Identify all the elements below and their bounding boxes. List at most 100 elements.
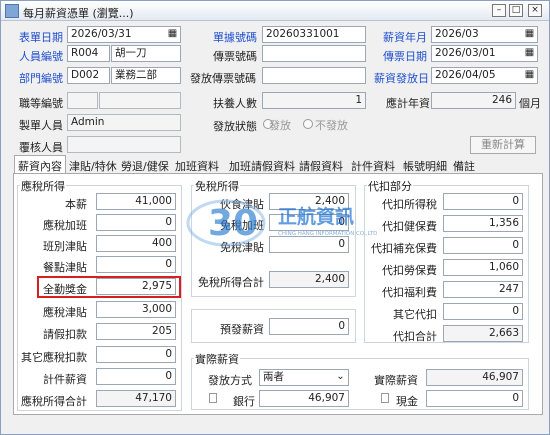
status-option-noissue: 不發放 xyxy=(315,119,348,132)
dept-name-field[interactable]: 業務二部 xyxy=(111,67,181,84)
pay-date-field[interactable]: 2026/04/05 ▦ xyxy=(431,67,538,84)
cash-checkbox[interactable] xyxy=(381,393,389,403)
window-title: 每月薪資憑單 (瀏覽...) xyxy=(23,7,134,20)
taxable-value[interactable]: 0 xyxy=(96,256,176,273)
calendar-icon[interactable]: ▦ xyxy=(523,69,536,82)
deduction-label: 代扣勞保費 xyxy=(382,264,437,277)
payroll-window: 每月薪資憑單 (瀏覽...) – □ × 表單日期 2026/03/31 ▦ 單… xyxy=(0,0,550,435)
taxfree-total-label: 免稅所得合計 xyxy=(198,276,264,289)
watermark-sub: CHING HANG INFORMATION CO.,LTD xyxy=(278,231,377,237)
maximize-button[interactable]: □ xyxy=(509,4,523,17)
method-label: 發放方式 xyxy=(208,374,252,387)
deduction-value[interactable]: 247 xyxy=(443,281,523,298)
watermark-number: 30 xyxy=(208,203,258,244)
deduction-value[interactable]: 1,060 xyxy=(443,259,523,276)
tab-labor-health[interactable]: 勞退/健保 xyxy=(118,156,172,174)
status-option-issue: 發放 xyxy=(269,119,291,132)
emp-id-field[interactable]: R004 xyxy=(67,45,110,62)
annual-unit: 個月 xyxy=(519,97,541,110)
tab-overtime[interactable]: 加班資料 xyxy=(172,156,222,174)
transfer-date-field[interactable]: 2026/03/01 ▦ xyxy=(431,45,538,62)
tab-leave[interactable]: 請假資料 xyxy=(296,156,346,174)
title-bar: 每月薪資憑單 (瀏覽...) – □ × xyxy=(1,1,549,21)
taxable-value[interactable]: 205 xyxy=(96,323,176,340)
tab-account[interactable]: 帳號明細 xyxy=(400,156,450,174)
chevron-down-icon[interactable]: ⌄ xyxy=(334,371,347,384)
tab-notes[interactable]: 備註 xyxy=(450,156,478,174)
taxable-value[interactable]: 0 xyxy=(96,368,176,385)
actual-label: 實際薪資 xyxy=(374,374,418,387)
taxfree-total-value: 2,400 xyxy=(269,271,349,288)
transfer-no-label: 傳票號碼 xyxy=(213,50,257,63)
date-label: 表單日期 xyxy=(19,31,63,44)
cash-value[interactable]: 0 xyxy=(426,390,523,407)
recalc-button[interactable]: 重新計算 xyxy=(470,136,536,154)
calendar-icon[interactable]: ▦ xyxy=(523,47,536,60)
taxable-total-value: 47,170 xyxy=(96,390,176,407)
taxable-value[interactable]: 400 xyxy=(96,235,176,252)
highlight-box xyxy=(37,276,181,298)
deduction-label: 代扣福利費 xyxy=(382,286,437,299)
advance-label: 預發薪資 xyxy=(220,323,264,336)
bank-checkbox[interactable] xyxy=(209,393,217,403)
taxable-total-label: 應稅所得合計 xyxy=(21,395,87,408)
tab-overtime-leave[interactable]: 加班請假資料 xyxy=(226,156,298,174)
salary-month-field[interactable]: 2026/03 ▦ xyxy=(431,26,538,43)
reviewer-field xyxy=(67,136,181,153)
deduction-value[interactable]: 1,356 xyxy=(443,215,523,232)
taxable-label: 班別津貼 xyxy=(43,240,87,253)
cash-label: 現金 xyxy=(396,395,418,408)
taxable-label: 請假扣款 xyxy=(43,328,87,341)
emp-name-field[interactable]: 胡一刀 xyxy=(111,45,181,62)
taxable-label: 計件薪資 xyxy=(43,373,87,386)
salary-month-value: 2026/03 xyxy=(435,28,479,40)
taxable-value[interactable]: 0 xyxy=(96,346,176,363)
watermark-graphic: 30 正航資訊 CHING HANG INFORMATION CO.,LTD xyxy=(186,199,377,247)
taxable-value[interactable]: 41,000 xyxy=(96,193,176,210)
grade-label: 職等編號 xyxy=(19,97,63,110)
taxable-label: 餐點津貼 xyxy=(43,261,87,274)
date-field[interactable]: 2026/03/31 ▦ xyxy=(67,26,181,43)
transfer-no-field[interactable] xyxy=(262,45,366,62)
date-value: 2026/03/31 xyxy=(71,28,132,40)
tab-piecework[interactable]: 計件資料 xyxy=(348,156,398,174)
reviewer-label: 覆核人員 xyxy=(19,141,63,154)
deduction-total-value: 2,663 xyxy=(443,325,523,342)
tab-salary[interactable]: 薪資內容 xyxy=(14,155,66,174)
taxable-value[interactable]: 0 xyxy=(96,214,176,231)
tab-allowance[interactable]: 津貼/特休 xyxy=(66,156,120,174)
taxable-title: 應稅所得 xyxy=(20,178,66,194)
maker-field: Admin xyxy=(67,114,181,131)
taxable-value[interactable]: 3,000 xyxy=(96,301,176,318)
minimize-button[interactable]: – xyxy=(492,4,506,17)
close-button[interactable]: × xyxy=(528,4,542,17)
taxable-label: 應稅加班 xyxy=(43,219,87,232)
bank-label: 銀行 xyxy=(233,395,255,408)
grade-name-field xyxy=(99,92,181,109)
deduction-value[interactable]: 0 xyxy=(443,237,523,254)
bank-value[interactable]: 46,907 xyxy=(259,390,349,407)
status-label: 發放狀態 xyxy=(213,120,257,133)
deduction-value[interactable]: 0 xyxy=(443,303,523,320)
watermark-logo: 30 正航資訊 CHING HANG INFORMATION CO.,LTD xyxy=(186,191,391,251)
calendar-icon[interactable]: ▦ xyxy=(523,28,536,41)
dependents-label: 扶養人數 xyxy=(213,97,257,110)
deduction-value[interactable]: 0 xyxy=(443,193,523,210)
dept-label: 部門編號 xyxy=(19,72,63,85)
calendar-icon[interactable]: ▦ xyxy=(166,28,179,41)
dept-id-field[interactable]: D002 xyxy=(67,67,110,84)
issue-voucher-field[interactable] xyxy=(262,67,366,84)
pay-date-label: 薪資發放日 xyxy=(374,72,429,85)
watermark-brand: 正航資訊 xyxy=(278,205,354,228)
actual-value: 46,907 xyxy=(426,369,523,386)
annual-label: 應計年資 xyxy=(386,97,430,110)
voucher-label: 單據號碼 xyxy=(213,31,257,44)
dependents-field: 1 xyxy=(262,92,366,109)
grade-id-field[interactable] xyxy=(67,92,98,109)
deduction-total-label: 代扣合計 xyxy=(393,330,437,343)
status-radio-noissue[interactable] xyxy=(303,119,313,129)
app-icon xyxy=(5,4,19,18)
voucher-field[interactable]: 20260331001 xyxy=(262,26,366,43)
method-select[interactable]: 兩者 ⌄ xyxy=(259,369,349,386)
advance-value[interactable]: 0 xyxy=(269,318,349,335)
